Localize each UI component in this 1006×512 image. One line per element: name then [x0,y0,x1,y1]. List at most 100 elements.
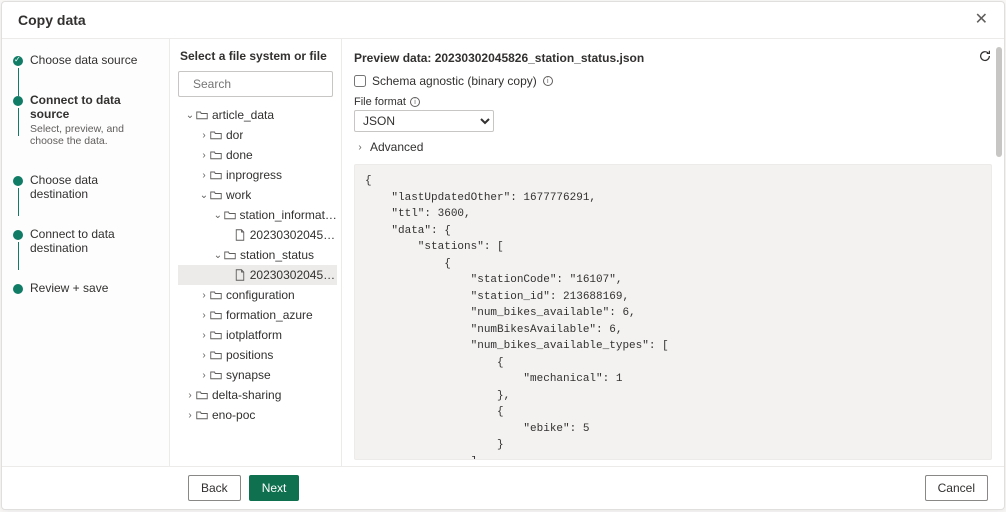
chevron-right-icon[interactable]: › [198,130,210,141]
wizard-step-0[interactable]: ✓Choose data source [12,53,159,67]
folder-icon [210,289,222,301]
file-format-select[interactable]: JSON [354,110,494,132]
schema-agnostic-label: Schema agnostic (binary copy) [372,74,537,88]
folder-icon [196,389,208,401]
advanced-label: Advanced [370,140,423,154]
chevron-right-icon[interactable]: › [198,350,210,361]
schema-agnostic-checkbox[interactable] [354,75,366,87]
tree-item-label: iotplatform [226,328,282,342]
tree-folder-synapse[interactable]: ›synapse [178,365,337,385]
advanced-toggle[interactable]: › Advanced [354,140,992,154]
tree-item-label: done [226,148,253,162]
preview-title-prefix: Preview data: [354,51,435,65]
preview-panel: Preview data: 20230302045826_station_sta… [342,39,1004,466]
tree-folder-eno-poc[interactable]: › eno-poc [178,405,337,425]
tree-folder-article_data[interactable]: ⌄ article_data [178,105,337,125]
folder-icon [210,309,222,321]
file-format-label: File format i [354,96,992,108]
dialog-body: ✓Choose data source Connect to data sourc… [2,39,1004,466]
chevron-right-icon[interactable]: › [198,370,210,381]
tree-item-label: 20230302045832_station [250,228,337,242]
tree-folder-formation_azure[interactable]: ›formation_azure [178,305,337,325]
info-icon[interactable]: i [410,97,420,107]
tree-folder-configuration[interactable]: › configuration [178,285,337,305]
tree-item-label: 20230302045826_station [250,268,337,282]
file-icon [234,269,246,281]
chevron-right-icon[interactable]: › [198,150,210,161]
folder-icon [210,349,222,361]
tree-item-label: station_information [240,208,337,222]
tree-folder-work[interactable]: ⌄ work [178,185,337,205]
tree-folder-positions[interactable]: › positions [178,345,337,365]
back-button[interactable]: Back [188,475,241,501]
preview-title: Preview data: 20230302045826_station_sta… [354,51,644,65]
dialog-title: Copy data [18,12,86,28]
chevron-down-icon[interactable]: ⌄ [198,190,210,201]
step-label: Review + save [30,281,159,295]
wizard-step-3[interactable]: Connect to data destination [12,227,159,255]
step-label: Choose data destination [30,173,159,201]
tree-folder-station_information[interactable]: ⌄ station_information [178,205,337,225]
json-preview: { "lastUpdatedOther": 1677776291, "ttl":… [354,164,992,460]
chevron-right-icon: › [354,142,366,153]
tree-item-label: delta-sharing [212,388,281,402]
wizard-step-4[interactable]: Review + save [12,281,159,295]
preview-file-name: 20230302045826_station_status.json [435,51,644,65]
scrollbar-thumb[interactable] [996,47,1002,157]
chevron-down-icon[interactable]: ⌄ [212,210,224,221]
tree-folder-done[interactable]: › done [178,145,337,165]
tree-item-label: work [226,188,251,202]
search-input[interactable] [178,71,333,97]
refresh-button[interactable] [978,49,992,66]
step-label: Connect to data source [30,93,159,121]
preview-scrollbar[interactable] [996,47,1002,458]
tree-file-20230302045832_station[interactable]: 20230302045832_station [178,225,337,245]
chevron-right-icon[interactable]: › [184,410,196,421]
chevron-right-icon[interactable]: › [198,170,210,181]
refresh-icon [978,49,992,63]
step-sublabel: Select, preview, and choose the data. [30,123,159,147]
tree-folder-iotplatform[interactable]: › iotplatform [178,325,337,345]
file-icon [234,229,246,241]
tree-folder-delta-sharing[interactable]: › delta-sharing [178,385,337,405]
chevron-right-icon[interactable]: › [184,390,196,401]
folder-icon [210,189,222,201]
chevron-right-icon[interactable]: › [198,290,210,301]
folder-icon [210,329,222,341]
chevron-down-icon[interactable]: ⌄ [184,110,196,121]
copy-data-dialog: Copy data ✕ ✓Choose data source Connect t… [1,1,1005,510]
folder-icon [196,109,208,121]
wizard-steps: ✓Choose data source Connect to data sourc… [2,39,170,466]
chevron-down-icon[interactable]: ⌄ [212,250,224,261]
tree-item-label: station_status [240,248,314,262]
wizard-step-1[interactable]: Connect to data sourceSelect, preview, a… [12,93,159,147]
cancel-button[interactable]: Cancel [925,475,988,501]
folder-icon [224,249,236,261]
chevron-right-icon[interactable]: › [198,330,210,341]
tree-file-20230302045826_station[interactable]: 20230302045826_station [178,265,337,285]
tree-item-label: eno-poc [212,408,255,422]
dialog-header: Copy data ✕ [2,2,1004,39]
search-field[interactable] [191,76,342,92]
file-browser-title: Select a file system or file [178,49,341,63]
next-button[interactable]: Next [249,475,300,501]
folder-icon [196,409,208,421]
wizard-step-2[interactable]: Choose data destination [12,173,159,201]
tree-item-label: positions [226,348,273,362]
folder-icon [210,149,222,161]
tree-item-label: configuration [226,288,295,302]
tree-item-label: inprogress [226,168,282,182]
tree-folder-inprogress[interactable]: › inprogress [178,165,337,185]
folder-icon [210,369,222,381]
tree-item-label: article_data [212,108,274,122]
file-tree[interactable]: ⌄article_data›dor›done›inprogress⌄work⌄s… [178,105,341,456]
tree-folder-station_status[interactable]: ⌄ station_status [178,245,337,265]
close-icon[interactable]: ✕ [975,12,988,28]
chevron-right-icon[interactable]: › [198,310,210,321]
info-icon[interactable]: i [543,76,553,86]
folder-icon [210,169,222,181]
tree-folder-dor[interactable]: ›dor [178,125,337,145]
dialog-footer: Back Next Cancel [2,466,1004,509]
check-icon: ✓ [14,55,21,65]
schema-agnostic-option[interactable]: Schema agnostic (binary copy) i [354,74,992,88]
